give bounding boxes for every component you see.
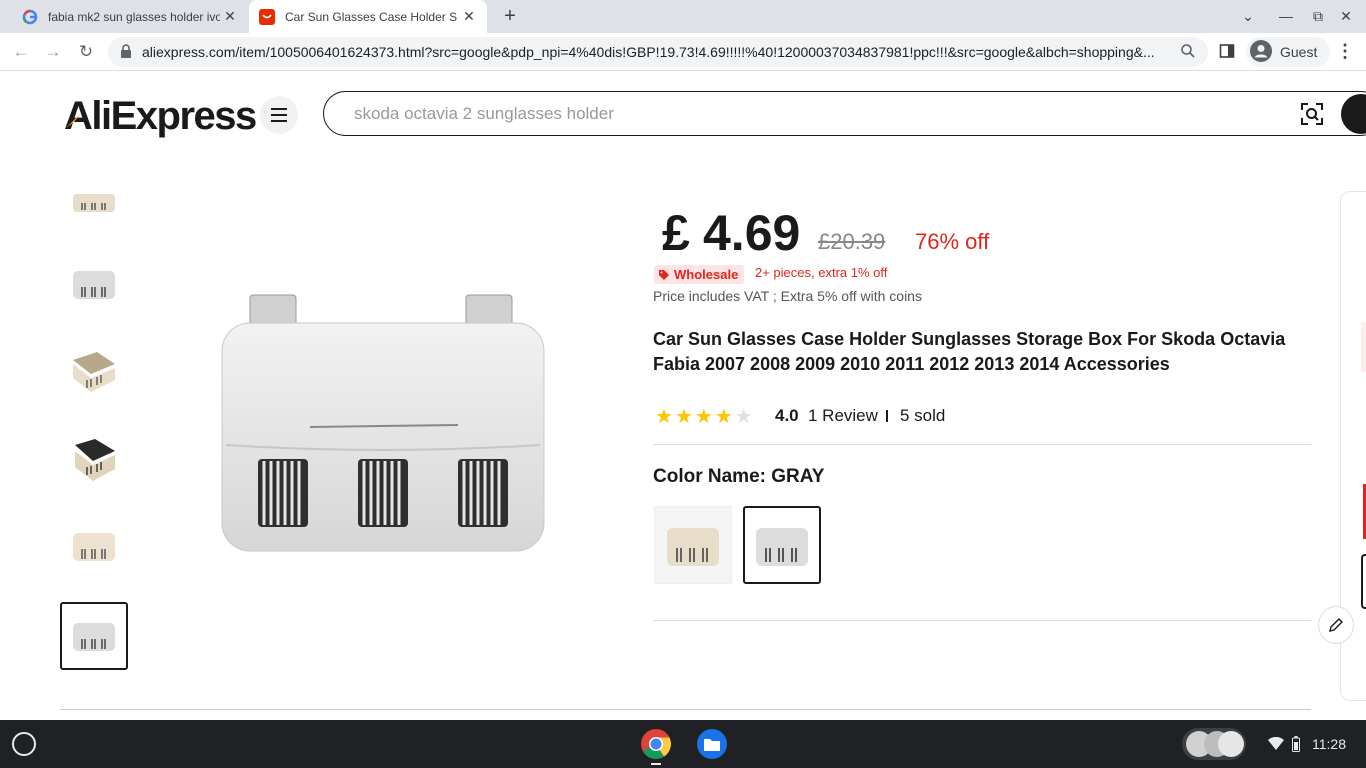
swatch-image <box>756 528 808 566</box>
star-filled-icon: ★ <box>655 406 675 428</box>
menu-dots-icon[interactable]: ⋮ <box>1336 41 1354 62</box>
os-taskbar: 11:28 <box>0 720 1366 768</box>
vat-note: Price includes VAT ; Extra 5% off with c… <box>653 288 922 304</box>
discount-badge: 76% off <box>915 229 990 254</box>
sold-count: 5 sold <box>900 406 946 425</box>
aliexpress-icon <box>259 8 275 25</box>
reload-icon[interactable]: ↻ <box>75 41 97 63</box>
edit-floating-button[interactable] <box>1318 606 1354 644</box>
product-thumbnail-image <box>73 352 115 392</box>
color-swatch-gray[interactable] <box>743 506 821 584</box>
tab-search-icon[interactable]: ⌄ <box>1238 6 1258 26</box>
color-swatch-beige[interactable] <box>654 506 732 584</box>
thumbnail-gray-1[interactable] <box>62 252 126 316</box>
product-thumbnail-image <box>73 533 115 561</box>
avatar-icon <box>1250 39 1272 65</box>
tag-icon <box>659 269 669 280</box>
address-bar[interactable]: aliexpress.com/item/1005006401624373.htm… <box>108 37 1208 67</box>
pencil-icon <box>1329 618 1343 632</box>
thumbnail-beige-2[interactable] <box>62 514 126 578</box>
active-indicator <box>651 763 661 765</box>
battery-icon <box>1292 736 1300 752</box>
search-input[interactable]: skoda octavia 2 sunglasses holder <box>354 104 614 124</box>
rating-value: 4.0 <box>775 406 799 425</box>
google-icon <box>22 9 38 25</box>
panel-accent <box>1361 322 1366 372</box>
product-thumbnail-image <box>75 439 115 481</box>
divider <box>653 620 1311 621</box>
files-icon[interactable] <box>696 728 728 765</box>
star-filled-icon: ★ <box>694 406 715 428</box>
new-tab-button[interactable]: + <box>499 5 521 27</box>
divider <box>886 410 888 422</box>
add-to-cart-button[interactable] <box>1361 554 1366 609</box>
tab-title: Car Sun Glasses Case Holder Su <box>285 9 457 24</box>
minimize-icon[interactable]: — <box>1276 6 1296 26</box>
holding-space-tray[interactable] <box>1182 728 1246 760</box>
reviews-link[interactable]: 1 Review <box>808 406 878 426</box>
browser-toolbar: ← → ↻ aliexpress.com/item/10050064016243… <box>0 33 1366 71</box>
recent-screenshot-thumb <box>1218 731 1244 757</box>
forward-icon[interactable]: → <box>42 41 64 63</box>
product-thumbnail-image <box>73 623 115 651</box>
tab-google-search[interactable]: fabia mk2 sun glasses holder ivo ✕ <box>8 0 248 33</box>
profile-button[interactable]: Guest <box>1246 37 1330 67</box>
swatch-image <box>667 528 719 566</box>
aliexpress-logo[interactable]: AliExpress <box>64 94 257 139</box>
original-price: £20.39 <box>818 229 886 254</box>
side-panel-icon[interactable] <box>1219 43 1235 64</box>
color-name-label: Color Name: GRAY <box>653 466 825 487</box>
product-thumbnail-image <box>73 194 115 212</box>
search-bar[interactable]: skoda octavia 2 sunglasses holder <box>323 91 1366 136</box>
back-icon[interactable]: ← <box>10 41 32 63</box>
hamburger-icon <box>271 108 287 122</box>
close-window-icon[interactable]: ✕ <box>1336 6 1356 26</box>
launcher-icon[interactable] <box>12 732 36 756</box>
star-empty-icon: ★ <box>734 406 755 428</box>
category-menu-button[interactable] <box>260 96 298 134</box>
image-search-icon[interactable] <box>1300 102 1324 126</box>
chrome-icon[interactable] <box>640 728 672 765</box>
thumbnail-gray-selected[interactable] <box>60 602 128 670</box>
thumbnail-open-beige[interactable] <box>62 340 126 404</box>
divider <box>60 709 1311 710</box>
bulk-offer-text: 2+ pieces, extra 1% off <box>755 265 888 280</box>
price-currency: £ <box>662 205 690 261</box>
current-price: 4.69 <box>703 205 801 261</box>
url-text: aliexpress.com/item/1005006401624373.htm… <box>142 44 1155 60</box>
divider <box>653 444 1311 445</box>
wifi-icon <box>1268 737 1284 750</box>
thumbnail-open-dark[interactable] <box>62 428 126 492</box>
product-title: Car Sun Glasses Case Holder Sunglasses S… <box>653 329 1286 374</box>
close-tab-icon[interactable]: ✕ <box>222 8 238 24</box>
profile-label: Guest <box>1280 44 1318 60</box>
star-filled-icon: ★ <box>714 406 735 428</box>
thumbnail-beige-1[interactable] <box>62 170 126 234</box>
logo-swoosh-icon <box>66 112 82 128</box>
close-tab-icon[interactable]: ✕ <box>461 8 477 24</box>
tab-aliexpress[interactable]: Car Sun Glasses Case Holder Su ✕ <box>249 0 487 33</box>
lock-icon[interactable] <box>120 44 132 63</box>
maximize-icon[interactable]: ⧉ <box>1308 6 1328 26</box>
tab-strip: fabia mk2 sun glasses holder ivo ✕ Car S… <box>0 0 1366 33</box>
clock[interactable]: 11:28 <box>1312 736 1346 752</box>
sunglasses-holder-image <box>221 294 545 552</box>
wholesale-badge: Wholesale <box>654 265 745 284</box>
tab-title: fabia mk2 sun glasses holder ivo <box>48 9 220 24</box>
rating-stars: ★★★★★ <box>655 404 755 429</box>
main-product-image[interactable] <box>196 285 571 575</box>
product-thumbnail-image <box>73 271 115 299</box>
star-filled-icon: ★ <box>674 406 695 428</box>
zoom-icon[interactable] <box>1180 43 1196 64</box>
